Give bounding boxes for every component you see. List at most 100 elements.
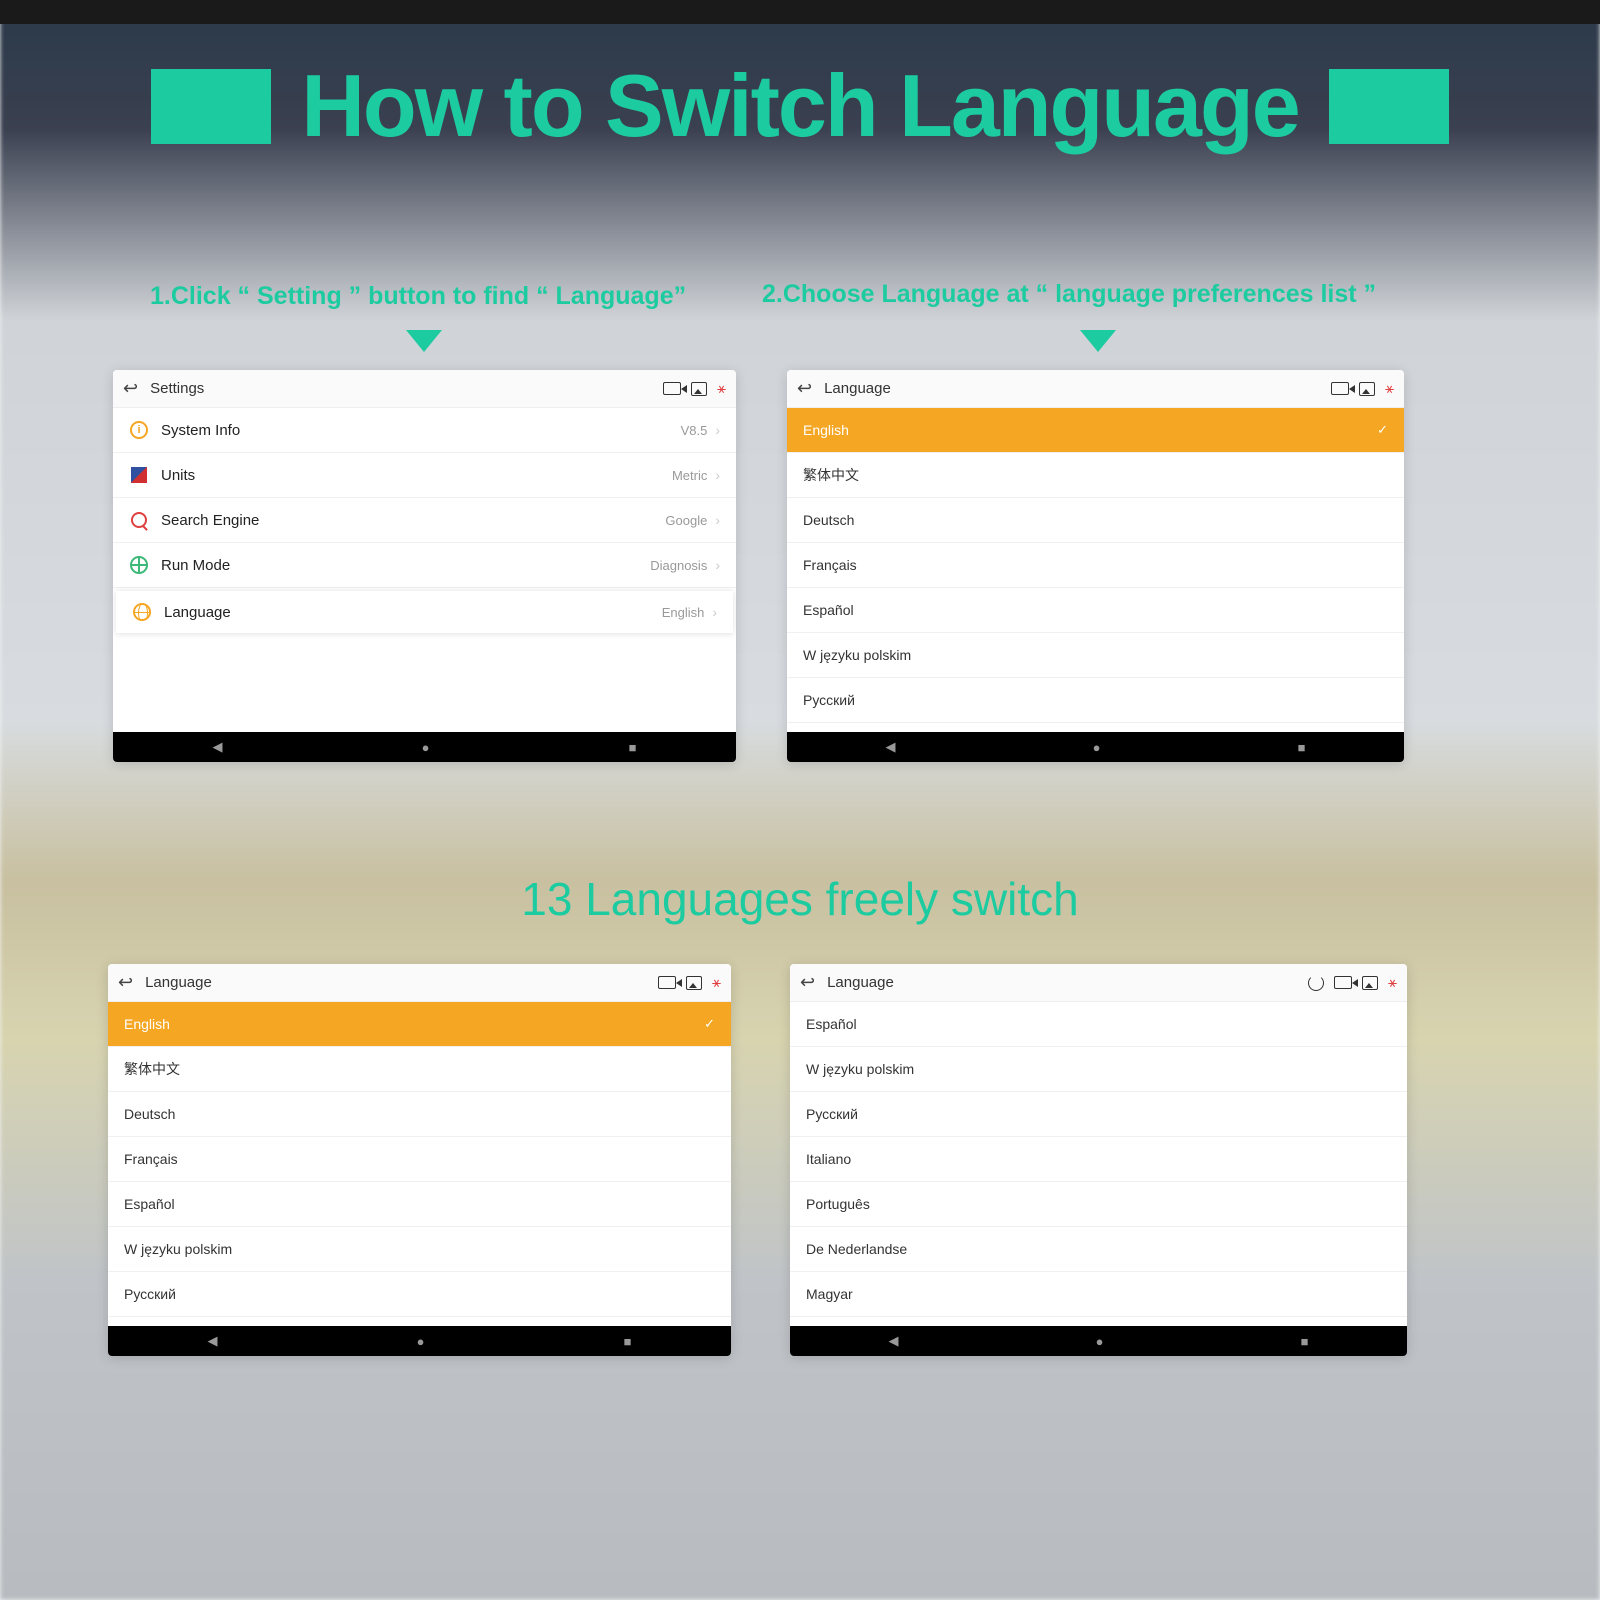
android-nav-bar: ◀ ● ■ [790,1326,1407,1356]
camera-icon[interactable] [658,976,676,989]
language-label: Français [124,1151,178,1167]
run-icon [129,555,149,575]
language-label: Italiano [806,1151,851,1167]
language-label: W języku polskim [803,647,911,663]
chevron-right-icon: › [715,467,720,483]
language-option[interactable]: De Nederlandse [790,1227,1407,1272]
language-label: W języku polskim [124,1241,232,1257]
instruction-2: 2.Choose Language at “ language preferen… [762,280,1376,309]
camera-icon[interactable] [1331,382,1349,395]
android-nav-bar: ◀ ● ■ [113,732,736,762]
language-option[interactable]: Español [790,1002,1407,1047]
info-icon: i [129,420,149,440]
settings-row-run-mode[interactable]: Run ModeDiagnosis› [113,543,736,588]
nav-recent-icon[interactable]: ■ [1301,1334,1309,1349]
language-label: Español [803,602,854,618]
language-option[interactable]: English ✓ [108,1002,731,1047]
android-nav-bar: ◀ ● ■ [787,732,1404,762]
refresh-icon[interactable] [1308,975,1324,991]
language-list: Español W języku polskim Русский Italiano Po… [790,1002,1407,1326]
language-option[interactable]: 繁体中文 [787,453,1404,498]
language-option[interactable]: W języku polskim [108,1227,731,1272]
language-option[interactable]: Deutsch [108,1092,731,1137]
row-label: Language [164,604,662,621]
language-option[interactable]: Português [790,1182,1407,1227]
arrow-down-icon [1080,330,1116,352]
back-icon[interactable]: ↩ [797,378,812,399]
screen-title: Settings [150,380,663,397]
nav-home-icon[interactable]: ● [1093,740,1101,755]
nav-recent-icon[interactable]: ■ [629,740,637,755]
language-option[interactable]: Русский [787,678,1404,723]
bluetooth-icon[interactable]: ⚹ [712,974,721,991]
language-option[interactable]: Deutsch [787,498,1404,543]
bluetooth-icon[interactable]: ⚹ [1385,380,1394,397]
language-option[interactable]: Français [108,1137,731,1182]
nav-home-icon[interactable]: ● [1096,1334,1104,1349]
nav-back-icon[interactable]: ◀ [886,739,896,755]
main-heading: How to Switch Language [301,55,1298,157]
row-value: English [662,605,705,620]
language-option[interactable]: Español [787,588,1404,633]
language-label: English [124,1016,170,1032]
language-label: Magyar [806,1286,853,1302]
picture-icon[interactable] [691,382,707,396]
bluetooth-icon[interactable]: ⚹ [717,380,726,397]
language-label: 繁体中文 [803,465,859,485]
language-list: English ✓ 繁体中文Deutsch Français Español W języ… [108,1002,731,1326]
chevron-right-icon: › [715,512,720,528]
row-value: Diagnosis [650,558,707,573]
screen-title: Language [824,380,1331,397]
screen-header: ↩ Language ⚹ [790,964,1407,1002]
check-icon: ✓ [704,1016,715,1032]
language-option[interactable]: Русский [790,1092,1407,1137]
back-icon[interactable]: ↩ [118,972,133,993]
language-label: Русский [806,1106,858,1122]
nav-home-icon[interactable]: ● [422,740,430,755]
nav-recent-icon[interactable]: ■ [624,1334,632,1349]
language-option[interactable]: Italiano [790,1137,1407,1182]
language-label: Português [806,1196,870,1212]
settings-row-units[interactable]: UnitsMetric› [113,453,736,498]
language-label: W języku polskim [806,1061,914,1077]
chevron-right-icon: › [715,422,720,438]
language-option[interactable]: W języku polskim [787,633,1404,678]
language-option[interactable]: Русский [108,1272,731,1317]
language-screen-4: ↩ Language ⚹ Español W języku polskim Русс… [790,964,1407,1356]
language-option[interactable]: English✓ [787,408,1404,453]
language-screen-3: ↩ Language ⚹ English✓繁体中文DeutschFrançais… [108,964,731,1356]
nav-recent-icon[interactable]: ■ [1298,740,1306,755]
nav-back-icon[interactable]: ◀ [213,739,223,755]
language-screen-2: ↩ Language ⚹ English✓ 繁体中文 Deutsch Français… [787,370,1404,762]
language-label: Русский [124,1286,176,1302]
nav-back-icon[interactable]: ◀ [889,1333,899,1349]
language-option[interactable]: W języku polskim [790,1047,1407,1092]
language-option[interactable]: Français [787,543,1404,588]
picture-icon[interactable] [1359,382,1375,396]
settings-row-search-engine[interactable]: Search EngineGoogle› [113,498,736,543]
camera-icon[interactable] [1334,976,1352,989]
bluetooth-icon[interactable]: ⚹ [1388,974,1397,991]
settings-row-language[interactable]: LanguageEnglish › [116,591,733,634]
chevron-right-icon: › [712,604,717,620]
sub-heading: 13 Languages freely switch [0,872,1600,926]
chevron-right-icon: › [715,557,720,573]
back-icon[interactable]: ↩ [123,378,138,399]
language-label: De Nederlandse [806,1241,907,1257]
language-option[interactable]: 繁体中文 [108,1047,731,1092]
settings-row-system-info[interactable]: iSystem InfoV8.5› [113,408,736,453]
header-icons: ⚹ [658,974,721,991]
picture-icon[interactable] [1362,976,1378,990]
language-option[interactable]: Magyar [790,1272,1407,1317]
language-label: Русский [803,692,855,708]
picture-icon[interactable] [686,976,702,990]
row-label: Units [161,467,672,484]
screen-header: ↩ Settings ⚹ [113,370,736,408]
language-label: Français [803,557,857,573]
header-icons: ⚹ [663,380,726,397]
nav-back-icon[interactable]: ◀ [208,1333,218,1349]
camera-icon[interactable] [663,382,681,395]
nav-home-icon[interactable]: ● [417,1334,425,1349]
language-option[interactable]: Español [108,1182,731,1227]
back-icon[interactable]: ↩ [800,972,815,993]
